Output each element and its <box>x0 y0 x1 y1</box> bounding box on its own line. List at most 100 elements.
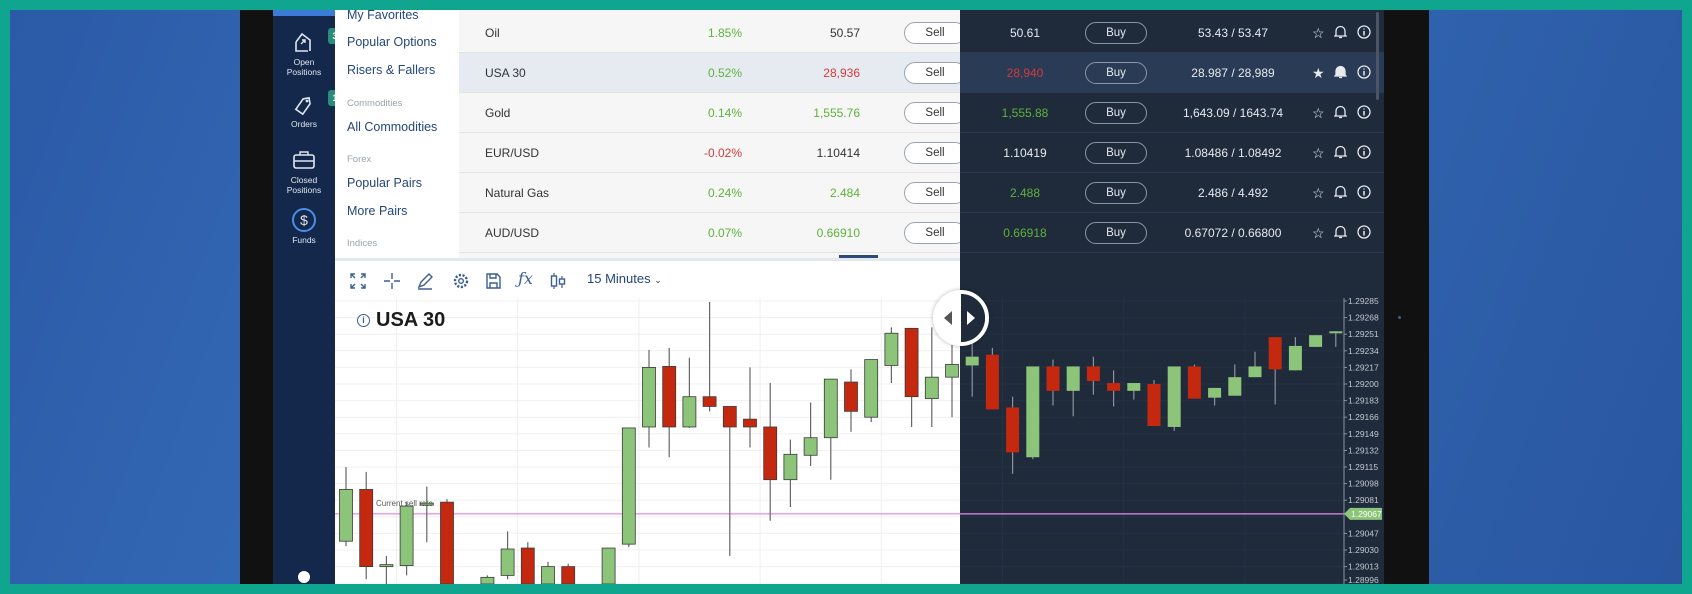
y-tick-label: 1.29047 <box>1348 528 1379 538</box>
bell-icon[interactable] <box>1333 13 1348 53</box>
bell-icon[interactable] <box>1333 93 1348 133</box>
instrument-name: AUD/USD <box>485 226 540 240</box>
nav-more-pairs[interactable]: More Pairs <box>347 204 407 218</box>
candle-down <box>1107 383 1121 391</box>
sell-price: 50.61 <box>1009 26 1041 40</box>
info-icon[interactable] <box>1357 13 1371 53</box>
star-icon[interactable]: ☆ <box>1312 93 1325 133</box>
sell-price: 2.488 <box>1009 186 1041 200</box>
sidebar-item-orders[interactable]: Orders <box>273 92 335 129</box>
svg-text:$: $ <box>300 212 308 228</box>
candle-up <box>601 547 616 584</box>
info-icon[interactable] <box>1357 173 1371 213</box>
sell-button[interactable]: Sell <box>904 62 966 84</box>
nav-popular-pairs[interactable]: Popular Pairs <box>347 176 422 190</box>
table-row[interactable]: 1,555.88 Buy 1,643.09 / 1643.74 ☆ <box>960 93 1384 133</box>
table-row[interactable]: 1.10419 Buy 1.08486 / 1.08492 ☆ <box>960 133 1384 173</box>
star-filled-icon[interactable]: ★ <box>1312 53 1325 93</box>
y-tick-label: 1.29268 <box>1348 313 1379 323</box>
sell-button[interactable]: Sell <box>904 222 966 244</box>
candle-up <box>965 356 979 366</box>
bell-icon[interactable] <box>1333 213 1348 253</box>
split-view-handle[interactable] <box>933 290 989 346</box>
sell-button[interactable]: Sell <box>904 142 966 164</box>
table-row[interactable]: EUR/USD -0.02% 1.10414 Sell <box>459 133 966 173</box>
star-icon[interactable]: ☆ <box>1312 13 1325 53</box>
sidebar-label-2: Positions <box>286 185 322 195</box>
sell-price: 1,555.88 <box>1001 106 1049 120</box>
info-icon[interactable]: i <box>357 314 370 327</box>
candle-up <box>1026 366 1040 458</box>
sell-button[interactable]: Sell <box>904 182 966 204</box>
buy-button[interactable]: Buy <box>1085 142 1147 164</box>
buy-button[interactable]: Buy <box>1085 22 1147 44</box>
candle-down <box>743 418 757 428</box>
buy-button[interactable]: Buy <box>1085 62 1147 84</box>
arrow-left-icon <box>944 311 952 325</box>
star-icon[interactable]: ☆ <box>1312 133 1325 173</box>
bell-icon[interactable] <box>1333 53 1348 93</box>
buy-button[interactable]: Buy <box>1085 102 1147 124</box>
dark-spacer <box>960 258 1384 298</box>
candle-down <box>1268 337 1282 370</box>
candle-down <box>520 547 535 584</box>
info-icon[interactable] <box>1357 133 1371 173</box>
candle-up <box>884 332 899 366</box>
candle-down <box>561 566 576 584</box>
y-tick-label: 1.29115 <box>1348 462 1378 472</box>
table-row[interactable]: Natural Gas 0.24% 2.484 Sell <box>459 173 966 213</box>
table-row[interactable]: 28,940 Buy 28.987 / 28,989 ★ <box>960 53 1384 93</box>
candle-down <box>702 396 717 407</box>
change-percent: 0.07% <box>707 226 742 240</box>
settings-icon[interactable] <box>452 272 470 290</box>
sell-price: 28,936 <box>823 66 860 80</box>
sidebar-item-funds[interactable]: $ Funds <box>273 208 335 245</box>
info-icon[interactable] <box>1357 53 1371 93</box>
draw-icon[interactable] <box>416 272 434 290</box>
function-icon[interactable]: ƒx <box>518 269 536 288</box>
star-icon[interactable]: ☆ <box>1312 173 1325 213</box>
table-row[interactable]: 50.61 Buy 53.43 / 53.47 ☆ <box>960 13 1384 53</box>
info-icon[interactable] <box>1357 213 1371 253</box>
table-row[interactable]: Gold 0.14% 1,555.76 Sell <box>459 93 966 133</box>
nav-my-favorites[interactable]: My Favorites <box>347 10 419 22</box>
buy-button[interactable]: Buy <box>1085 182 1147 204</box>
table-row[interactable]: Oil 1.85% 50.57 Sell <box>459 13 966 53</box>
sell-price: 28,940 <box>1006 66 1044 80</box>
sell-button[interactable]: Sell <box>904 102 966 124</box>
sell-button[interactable]: Sell <box>904 22 966 44</box>
instrument-name: Natural Gas <box>485 186 550 200</box>
sidebar-item-open[interactable]: Open Positions <box>273 30 335 77</box>
bell-icon[interactable] <box>1333 173 1348 213</box>
interval-dropdown[interactable]: 15 Minutes ⌄ <box>587 271 662 286</box>
table-row[interactable]: AUD/USD 0.07% 0.66910 Sell <box>459 213 966 253</box>
save-icon[interactable] <box>484 272 502 290</box>
y-tick-label: 1.29013 <box>1348 562 1379 572</box>
instrument-name: Oil <box>485 26 500 40</box>
candle-down <box>662 366 677 428</box>
table-row[interactable]: USA 30 0.52% 28,936 Sell <box>459 53 966 93</box>
buy-button[interactable]: Buy <box>1085 222 1147 244</box>
instrument-name: USA 30 <box>485 66 526 80</box>
bell-icon[interactable] <box>1333 133 1348 173</box>
nav-popular-options[interactable]: Popular Options <box>347 35 437 49</box>
nav-risers-fallers[interactable]: Risers & Fallers <box>347 63 435 77</box>
candle-type-icon[interactable] <box>549 272 567 290</box>
price-range: 0.67072 / 0.66800 <box>1184 226 1282 240</box>
info-icon[interactable] <box>1357 93 1371 133</box>
fullscreen-icon[interactable] <box>349 272 367 290</box>
y-tick-label: 1.29132 <box>1348 445 1379 455</box>
change-percent: -0.02% <box>703 146 742 160</box>
sidebar-item-closed[interactable]: Closed Positions <box>273 148 335 195</box>
candle-down <box>1006 407 1020 453</box>
sell-price: 2.484 <box>829 186 860 200</box>
candle-up <box>1329 331 1343 334</box>
table-row[interactable]: 2.488 Buy 2.486 / 4.492 ☆ <box>960 173 1384 213</box>
candle-up <box>1208 387 1222 398</box>
table-row[interactable]: 0.66918 Buy 0.67072 / 0.66800 ☆ <box>960 213 1384 253</box>
star-icon[interactable]: ☆ <box>1312 213 1325 253</box>
crosshair-icon[interactable] <box>383 272 401 290</box>
theme-toggle-icon[interactable] <box>295 566 313 584</box>
table-scrollbar[interactable] <box>1376 12 1379 100</box>
nav-all-commodities[interactable]: All Commodities <box>347 120 437 134</box>
